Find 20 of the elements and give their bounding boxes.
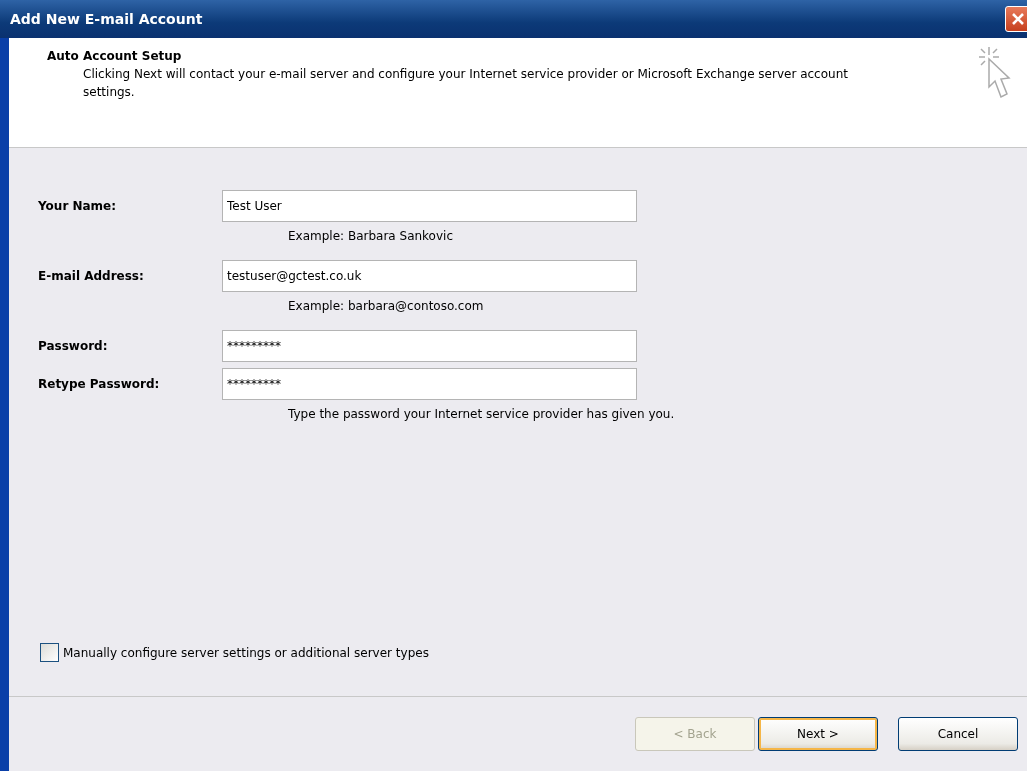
dialog-button[interactable]: Cancel xyxy=(898,717,1018,751)
field-hint: Type the password your Internet service provider has given you. xyxy=(288,407,676,421)
input-field[interactable]: Test User xyxy=(222,190,637,222)
field-label: Retype Password: xyxy=(38,377,161,391)
close-button[interactable] xyxy=(1005,6,1027,32)
input-field[interactable]: ********* xyxy=(222,330,637,362)
field-hint: Example: barbara@contoso.com xyxy=(288,299,485,313)
field-label: Your Name: xyxy=(38,199,118,213)
field-label: Password: xyxy=(38,339,109,353)
section-description: Clicking Next will contact your e-mail server and configure your Internet service provider or Microsoft Exchange server account settings. xyxy=(83,66,849,101)
input-field[interactable]: testuser@gctest.co.uk xyxy=(222,260,637,292)
field-label: E-mail Address: xyxy=(38,269,145,283)
window-title: Add New E-mail Account xyxy=(10,11,203,27)
close-icon xyxy=(1011,12,1025,26)
input-field[interactable]: ********* xyxy=(222,368,637,400)
checkbox[interactable] xyxy=(40,643,59,662)
field-hint: Example: Barbara Sankovic xyxy=(288,229,454,243)
dialog-button[interactable]: Next > xyxy=(758,717,878,751)
section-title: Auto Account Setup xyxy=(47,49,183,63)
checkbox-label[interactable]: Manually configure server settings or additional server types xyxy=(63,645,429,660)
